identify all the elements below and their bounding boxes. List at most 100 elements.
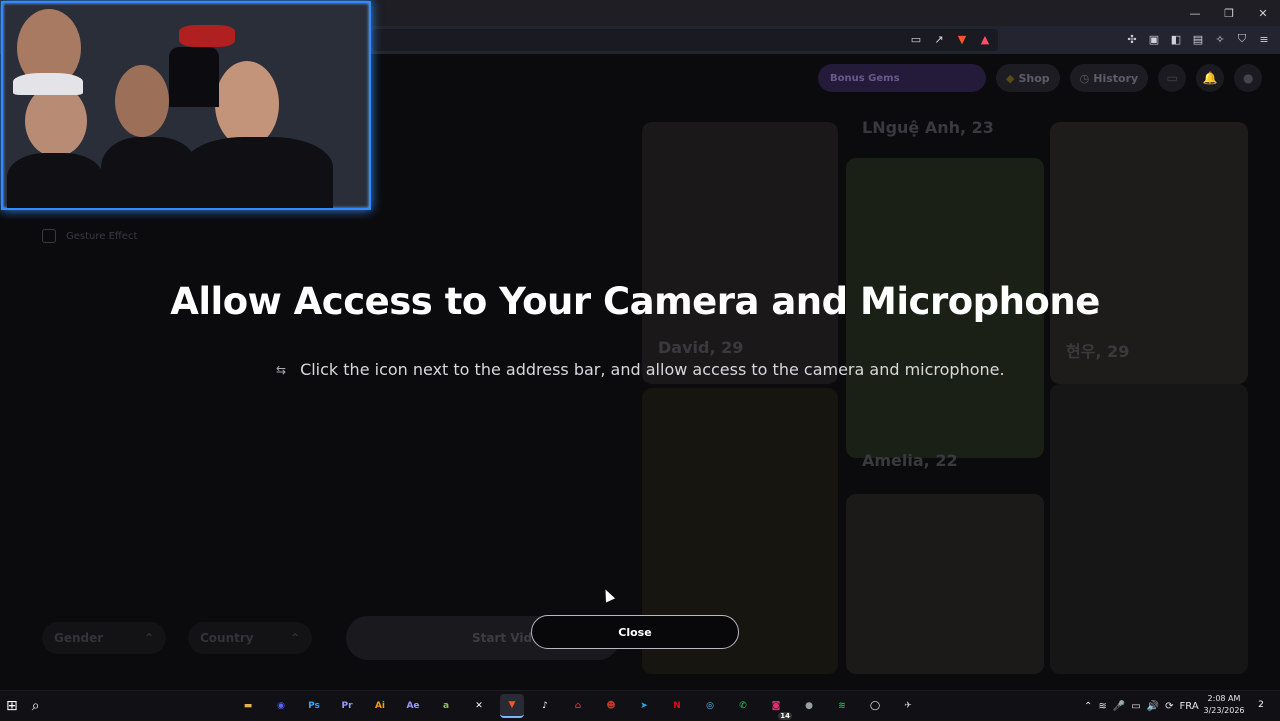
page-title: Allow Access to Your Camera and Micropho… — [170, 280, 1100, 323]
clock[interactable]: 2:08 AM 3/23/2026 — [1200, 693, 1248, 717]
brave-app-icon[interactable]: ▼ — [500, 694, 524, 718]
card-label: LNguệ Anh, 23 — [862, 118, 994, 137]
system-tray: ⌃ ≋ 🎤 ▭ 🔊 ⟳ FRA — [1084, 691, 1199, 721]
vpn-icon[interactable]: ⛉ — [1234, 31, 1250, 47]
address-bar-icons: ▭ ↗ ▼ ▲ — [908, 31, 993, 47]
inbox-icon: ▭ — [1166, 71, 1178, 85]
cast-icon[interactable]: ▭ — [908, 31, 924, 47]
volume-icon[interactable]: 🔊 — [1147, 701, 1159, 712]
whatsapp-app-icon[interactable]: ✆ — [731, 694, 755, 718]
illustrator-app-icon[interactable]: Ai — [368, 694, 392, 718]
rewards-icon[interactable]: ▲ — [977, 31, 993, 47]
notification-center-icon[interactable]: 2 — [1254, 698, 1268, 712]
file-explorer-app-icon[interactable]: ▬ — [236, 694, 260, 718]
display-icon[interactable]: ▭ — [1131, 701, 1140, 712]
country-select[interactable]: Country ⌃ — [188, 622, 312, 654]
chrome-app-icon[interactable]: ● — [797, 694, 821, 718]
card-label: David, 29 — [658, 338, 744, 357]
close-button[interactable]: Close — [531, 615, 739, 649]
leo-icon[interactable]: ✧ — [1212, 31, 1228, 47]
after-effects-app-icon[interactable]: Ae — [401, 694, 425, 718]
history-label: History — [1093, 71, 1139, 85]
menu-icon[interactable]: ≡ — [1256, 31, 1272, 47]
badge-count: 14 — [778, 712, 792, 720]
user-icon: ● — [1242, 71, 1254, 85]
minimize-icon[interactable]: — — [1178, 0, 1212, 26]
extension-icons: ✣ ▣ ◧ ▤ ✧ ⛉ ≡ — [1124, 31, 1272, 47]
instruction-text: ⇆ Click the icon next to the address bar… — [276, 360, 1005, 379]
gesture-label: Gesture Effect — [66, 230, 138, 242]
app-mask-app-icon[interactable]: ☻ — [599, 694, 623, 718]
profile-card[interactable] — [846, 494, 1044, 674]
share-icon[interactable]: ↗ — [931, 31, 947, 47]
chair-image — [169, 47, 219, 107]
app-ring-app-icon[interactable]: ◯ — [863, 694, 887, 718]
restore-icon[interactable]: ❐ — [1212, 0, 1246, 26]
profile-button[interactable]: ● — [1234, 64, 1263, 92]
permissions-icon: ⇆ — [276, 362, 287, 377]
chevron-up-icon: ⌃ — [143, 631, 154, 645]
close-icon[interactable]: ✕ — [1246, 0, 1280, 26]
filter-controls: Gender ⌃ Country ⌃ — [42, 622, 312, 654]
app-green-app-icon[interactable]: a — [434, 694, 458, 718]
bell-icon: 🔔 — [1202, 71, 1218, 85]
spotify-app-icon[interactable]: ≋ — [830, 694, 854, 718]
history-button[interactable]: ◷ History — [1069, 64, 1149, 92]
country-label: Country — [200, 631, 254, 645]
window-controls: — ❐ ✕ — [1178, 0, 1280, 26]
brave-shield-icon[interactable]: ▼ — [954, 31, 970, 47]
profile-card[interactable] — [1050, 384, 1248, 674]
card-label: Amelia, 22 — [862, 451, 958, 470]
address-bar[interactable] — [372, 29, 998, 51]
chevron-up-icon[interactable]: ⌃ — [1084, 701, 1092, 712]
telegram-app-icon[interactable]: ➤ — [632, 694, 656, 718]
time-label: 2:08 AM — [1207, 694, 1241, 703]
clock-icon: ◷ — [1079, 71, 1090, 85]
search-icon[interactable]: ⌕ — [32, 698, 40, 714]
inbox-button[interactable]: ▭ — [1158, 64, 1187, 92]
notification-count: 2 — [1258, 700, 1264, 710]
capcut-app-icon[interactable]: ✕ — [467, 694, 491, 718]
microphone-icon[interactable]: 🎤 — [1113, 701, 1125, 712]
tiktok-app-icon[interactable]: ♪ — [533, 694, 557, 718]
person-image — [25, 85, 87, 157]
language-indicator[interactable]: FRA — [1180, 701, 1199, 712]
instruction-label: Click the icon next to the address bar, … — [300, 360, 1005, 379]
shirt-image — [183, 137, 333, 208]
photoshop-app-icon[interactable]: Ps — [302, 694, 326, 718]
site-header-actions: Bonus Gems ◆ Shop ◷ History ▭ 🔔 ● — [818, 64, 1263, 92]
taskbar: ⊞ ⌕ ▬ ◉ Ps Pr Ai Ae a ✕ ▼ ♪ ⌂ ☻ ➤ N ◎ ✆ ◙ 14 ● ≋ ◯ ✈ ⌃ ≋ 🎤 ▭ … — [0, 690, 1280, 721]
app-red-app-icon[interactable]: ⌂ — [566, 694, 590, 718]
cap-image — [13, 73, 83, 95]
app-bird-app-icon[interactable]: ✈ — [896, 694, 920, 718]
wallet-icon[interactable]: ▤ — [1190, 31, 1206, 47]
extensions-icon[interactable]: ✣ — [1124, 31, 1140, 47]
checkbox-icon — [42, 229, 56, 243]
notifications-button[interactable]: 🔔 — [1196, 64, 1225, 92]
steam-app-icon[interactable]: ◎ — [698, 694, 722, 718]
person-image — [215, 61, 279, 147]
chevron-up-icon: ⌃ — [289, 631, 300, 645]
shop-button[interactable]: ◆ Shop — [996, 64, 1060, 92]
taskbar-apps: ▬ ◉ Ps Pr Ai Ae a ✕ ▼ ♪ ⌂ ☻ ➤ N ◎ ✆ ◙ 14 ● ≋ ◯ ✈ — [236, 691, 920, 721]
taskbar-left: ⊞ ⌕ — [6, 691, 40, 721]
netflix-app-icon[interactable]: N — [665, 694, 689, 718]
promo-label: Bonus Gems — [830, 72, 900, 84]
sync-icon[interactable]: ⟳ — [1165, 701, 1173, 712]
shop-label: Shop — [1018, 71, 1050, 85]
gem-icon: ◆ — [1006, 71, 1015, 85]
wifi-icon[interactable]: ≋ — [1098, 701, 1106, 712]
gender-select[interactable]: Gender ⌃ — [42, 622, 166, 654]
windows-start-icon[interactable]: ⊞ — [6, 698, 18, 714]
gesture-toggle[interactable]: Gesture Effect — [42, 229, 137, 243]
person-image — [115, 65, 169, 137]
premiere-app-icon[interactable]: Pr — [335, 694, 359, 718]
sidebar-icon[interactable]: ◧ — [1168, 31, 1184, 47]
tab-icon[interactable]: ▣ — [1146, 31, 1162, 47]
discord-app-icon[interactable]: ◉ — [269, 694, 293, 718]
instagram-app-icon[interactable]: ◙ 14 — [764, 694, 792, 720]
promo-banner[interactable]: Bonus Gems — [818, 64, 986, 92]
webcam-overlay — [1, 1, 371, 210]
hat-image — [179, 25, 235, 47]
shirt-image — [7, 153, 103, 208]
